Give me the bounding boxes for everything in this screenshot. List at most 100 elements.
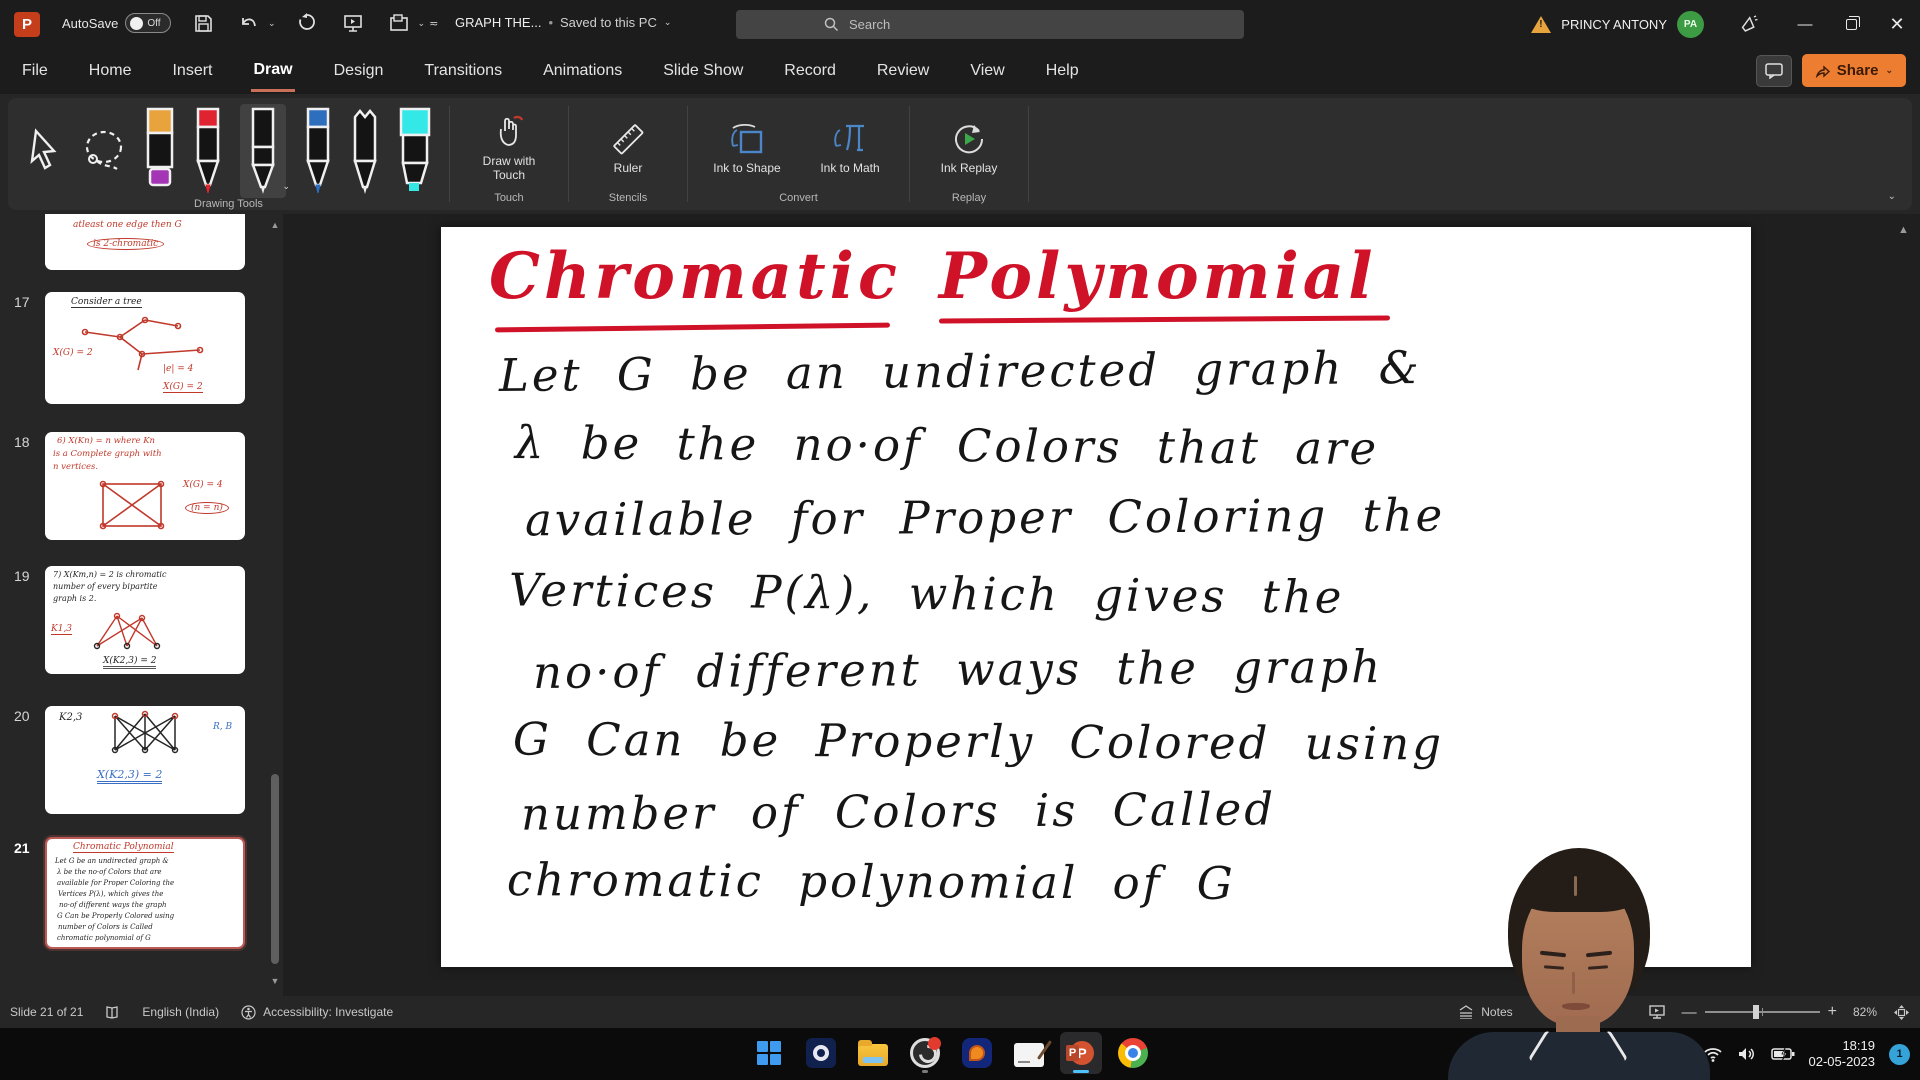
pen-options-chevron[interactable]: ⌄ <box>282 181 290 192</box>
spellcheck-button[interactable] <box>105 1005 120 1020</box>
restore-button[interactable] <box>1828 0 1874 48</box>
eraser-tool-button[interactable] <box>144 107 176 195</box>
thumbnail-panel-scrollbar[interactable]: ▲ ▼ <box>270 214 280 996</box>
blue-pen-button[interactable] <box>303 107 333 195</box>
ribbon-right-actions: Share ⌄ <box>1756 54 1906 87</box>
draw-with-touch-label: Draw with Touch <box>466 154 552 182</box>
document-title[interactable]: GRAPH THE... <box>455 15 541 30</box>
close-button[interactable]: ✕ <box>1874 0 1920 48</box>
tab-insert[interactable]: Insert <box>170 52 214 90</box>
ink-replay-button[interactable]: Ink Replay <box>926 122 1012 175</box>
tab-slide-show[interactable]: Slide Show <box>661 52 745 90</box>
tab-view[interactable]: View <box>968 52 1006 90</box>
slide-thumbnail-17[interactable]: Consider a tree X(G) = 2 |e| = 4 X(G) = … <box>45 292 245 404</box>
tab-file[interactable]: File <box>20 52 50 90</box>
zoom-slider-midpoint <box>1762 1008 1763 1016</box>
webcam-presenter-overlay <box>1448 840 1710 1080</box>
ink-to-shape-button[interactable]: Ink to Shape <box>704 122 790 175</box>
obs-studio-icon[interactable] <box>904 1032 946 1074</box>
red-pen-button[interactable] <box>193 107 223 195</box>
ink-to-math-button[interactable]: Ink to Math <box>807 122 893 175</box>
fit-to-window-button[interactable] <box>1893 1004 1910 1021</box>
lasso-tool-button[interactable] <box>81 127 127 175</box>
save-button[interactable] <box>188 8 218 38</box>
zoom-in-button[interactable]: + <box>1828 1003 1837 1021</box>
share-button[interactable]: Share ⌄ <box>1802 54 1906 87</box>
draw-with-touch-button[interactable]: Draw with Touch <box>466 115 552 182</box>
redo-button[interactable] <box>292 8 322 38</box>
slide-title: ChromaticPolynomial <box>489 239 1377 314</box>
slide-number-17: 17 <box>14 294 40 310</box>
tab-animations[interactable]: Animations <box>541 52 624 90</box>
collapse-ribbon-chevron[interactable]: ⌄ <box>1888 191 1896 202</box>
pencil-tool-button[interactable] <box>350 107 380 195</box>
tab-home[interactable]: Home <box>87 52 134 90</box>
canvas-scroll-up-arrow[interactable]: ▲ <box>1898 224 1909 236</box>
document-dropdown-chevron[interactable]: ⌄ <box>664 17 672 28</box>
recorder-flame-icon <box>969 1045 985 1061</box>
powerpoint-logo-icon[interactable]: P <box>14 12 40 37</box>
slide-thumbnail-16[interactable]: atleast one edge then G is 2-chromatic <box>45 214 245 270</box>
camera-app-icon[interactable] <box>800 1032 842 1074</box>
thumbnail-k23-sketch <box>100 710 190 758</box>
highlighter-tool-button[interactable] <box>397 107 433 195</box>
thumbnail-text: available for Proper Coloring the <box>57 879 174 887</box>
minimize-button[interactable]: — <box>1782 0 1828 48</box>
zoom-slider-thumb[interactable] <box>1753 1005 1759 1019</box>
chrome-icon[interactable] <box>1112 1032 1154 1074</box>
save-status[interactable]: Saved to this PC <box>560 15 657 30</box>
autosave-toggle[interactable]: Off <box>125 13 171 33</box>
slide-number-18: 18 <box>14 434 40 450</box>
document-info[interactable]: GRAPH THE... • Saved to this PC ⌄ <box>455 15 671 30</box>
thumbnail-title: Chromatic Polynomial <box>73 842 174 853</box>
zoom-slider-track[interactable] <box>1705 1011 1820 1013</box>
tab-draw[interactable]: Draw <box>251 51 294 92</box>
volume-icon[interactable] <box>1737 1046 1757 1062</box>
search-input[interactable] <box>849 17 1189 32</box>
language-selector[interactable]: English (India) <box>142 1005 219 1019</box>
search-box[interactable] <box>736 10 1244 39</box>
scrollbar-thumb[interactable] <box>271 774 279 964</box>
slide-thumbnail-18[interactable]: 6) X(Kn) = n where Kn is a Complete grap… <box>45 432 245 540</box>
user-avatar[interactable]: PA <box>1677 11 1704 38</box>
tab-design[interactable]: Design <box>332 52 386 90</box>
screenshot-dropdown-chevron[interactable]: ⌄ <box>418 18 426 29</box>
tab-record[interactable]: Record <box>782 52 838 90</box>
warning-icon[interactable] <box>1531 16 1551 33</box>
whiteboard-app-icon[interactable] <box>1008 1032 1050 1074</box>
undo-dropdown-chevron[interactable]: ⌄ <box>268 18 276 29</box>
tray-date: 02-05-2023 <box>1809 1054 1876 1070</box>
autosave-control[interactable]: AutoSave Off <box>62 13 171 33</box>
select-tool-button[interactable] <box>24 127 64 175</box>
start-button[interactable] <box>748 1032 790 1074</box>
undo-button[interactable] <box>234 8 264 38</box>
slide-thumbnail-21-selected[interactable]: Chromatic Polynomial Let G be an undirec… <box>45 837 245 949</box>
scroll-up-arrow[interactable]: ▲ <box>270 220 280 230</box>
scroll-down-arrow[interactable]: ▼ <box>270 976 280 986</box>
file-explorer-icon[interactable] <box>852 1032 894 1074</box>
zoom-level[interactable]: 82% <box>1853 1005 1877 1019</box>
clock[interactable]: 18:19 02-05-2023 <box>1809 1038 1876 1070</box>
thumbnail-text: number of Colors is Called <box>58 923 153 931</box>
powerpoint-taskbar-icon[interactable]: PP <box>1060 1032 1102 1074</box>
tab-review[interactable]: Review <box>875 52 931 90</box>
user-name[interactable]: PRINCY ANTONY <box>1561 17 1667 32</box>
ruler-button[interactable]: Ruler <box>585 122 671 175</box>
accessibility-checker[interactable]: Accessibility: Investigate <box>241 1005 393 1020</box>
comments-button[interactable] <box>1756 55 1792 87</box>
black-pen-button-selected[interactable]: ⌄ <box>240 104 286 198</box>
slide-thumbnail-19[interactable]: 7) X(Km,n) = 2 is chromatic number of ev… <box>45 566 245 674</box>
tab-transitions[interactable]: Transitions <box>422 52 504 90</box>
customize-toolbar-chevron[interactable]: ≂ <box>429 17 438 30</box>
battery-icon[interactable] <box>1771 1047 1795 1061</box>
slide-thumbnail-20[interactable]: K2,3 R, B X(K2,3) = 2 <box>45 706 245 814</box>
start-presentation-button[interactable] <box>338 8 368 38</box>
chrome-logo-icon <box>1118 1038 1148 1068</box>
presenter-hairline <box>1522 874 1634 912</box>
tab-help[interactable]: Help <box>1044 52 1081 90</box>
notification-badge[interactable]: 1 <box>1889 1044 1910 1065</box>
coming-soon-icon[interactable] <box>1726 0 1772 48</box>
screen-recorder-app-icon[interactable] <box>956 1032 998 1074</box>
group-replay: Ink Replay Replay <box>910 98 1028 210</box>
screenshot-button[interactable] <box>384 8 414 38</box>
